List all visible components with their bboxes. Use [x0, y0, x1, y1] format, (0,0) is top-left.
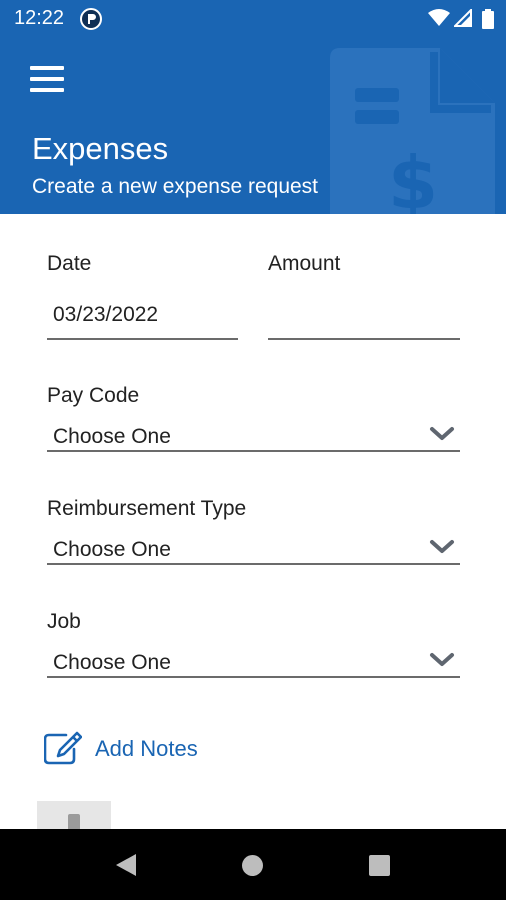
date-label: Date: [47, 252, 92, 275]
amount-label: Amount: [268, 252, 341, 275]
page-subtitle: Create a new expense request: [32, 175, 319, 198]
app-notification-icon: [80, 8, 102, 30]
pay-code-underline: [47, 450, 460, 452]
battery-icon: [482, 9, 494, 29]
status-time: 12:22: [14, 7, 65, 29]
signal-icon: [454, 9, 472, 27]
app-header: 12:22 $ Expenses Create a new expense re…: [0, 0, 506, 214]
pay-code-label: Pay Code: [47, 384, 140, 407]
attachment-thumbnail[interactable]: [37, 801, 111, 831]
chevron-down-icon: [430, 540, 454, 553]
amount-field[interactable]: [268, 295, 460, 340]
pay-code-selected: Choose One: [53, 425, 171, 448]
date-value: 03/23/2022: [53, 303, 159, 326]
job-underline: [47, 676, 460, 678]
edit-note-icon: [44, 731, 82, 765]
system-navigation-bar: [0, 829, 506, 900]
amount-underline: [268, 338, 460, 340]
hamburger-menu-icon[interactable]: [30, 66, 64, 96]
add-notes-label: Add Notes: [95, 736, 198, 761]
home-circle-icon[interactable]: [242, 855, 263, 876]
date-underline: [47, 338, 238, 340]
recents-square-icon[interactable]: [369, 855, 390, 876]
job-select[interactable]: Choose One: [47, 644, 460, 678]
pay-code-select[interactable]: Choose One: [47, 418, 460, 452]
job-selected: Choose One: [53, 651, 171, 674]
chevron-down-icon: [430, 427, 454, 440]
reimbursement-type-underline: [47, 563, 460, 565]
reimbursement-type-selected: Choose One: [53, 538, 171, 561]
chevron-down-icon: [430, 653, 454, 666]
status-bar: 12:22: [0, 0, 506, 38]
reimbursement-type-label: Reimbursement Type: [47, 497, 247, 520]
reimbursement-type-select[interactable]: Choose One: [47, 531, 460, 565]
back-triangle-icon[interactable]: [115, 853, 137, 877]
wifi-icon: [428, 9, 450, 26]
document-dollar-icon: $: [330, 48, 495, 214]
job-label: Job: [47, 610, 81, 633]
date-field[interactable]: 03/23/2022: [47, 295, 238, 340]
page-title: Expenses: [32, 131, 169, 166]
svg-text:$: $: [388, 141, 438, 214]
add-notes-button[interactable]: Add Notes: [44, 731, 234, 765]
